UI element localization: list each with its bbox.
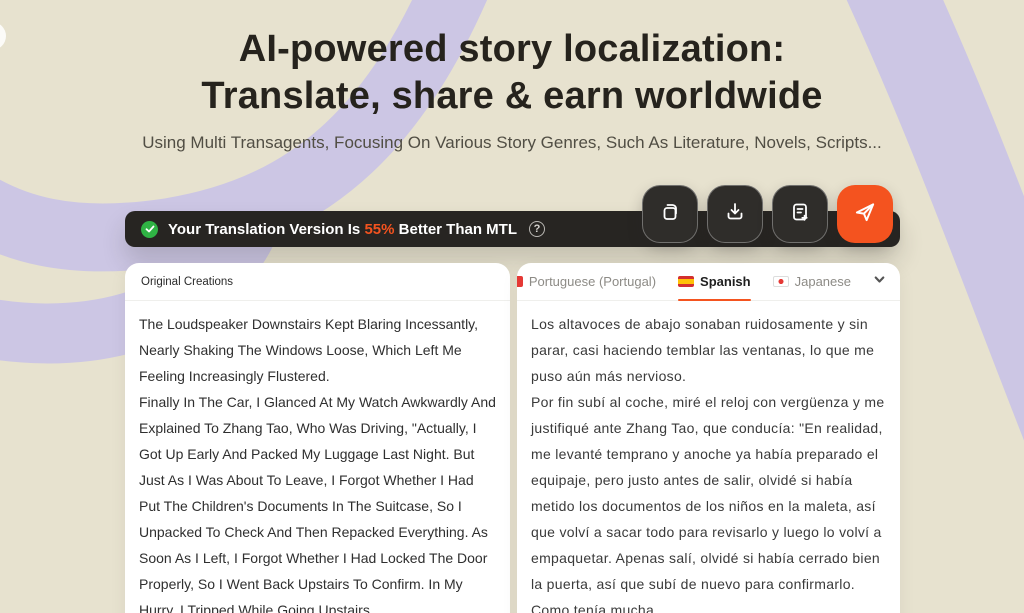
download-icon (723, 200, 747, 229)
page: AI-powered story localization: Translate… (0, 0, 1024, 613)
banner-message-prefix: Your Translation Version Is (168, 220, 365, 238)
original-paragraph: Finally In The Car, I Glanced At My Watc… (139, 394, 496, 613)
japan-flag-icon (772, 276, 789, 287)
original-paragraph: The Loudspeaker Downstairs Kept Blaring … (139, 316, 479, 384)
original-panel-title: Original Creations (141, 275, 234, 288)
tab-label: Spanish (700, 274, 751, 289)
banner-highlight-percent: 55% (364, 220, 395, 238)
original-panel-header: Original Creations (125, 263, 510, 301)
translation-paragraph: Los altavoces de abajo sonaban ruidosame… (531, 316, 875, 384)
original-text: The Loudspeaker Downstairs Kept Blaring … (125, 301, 510, 613)
page-title-line2: Translate, share & earn worldwide (201, 75, 823, 117)
translation-text: Los altavoces de abajo sonaban ruidosame… (517, 301, 900, 613)
tab-japanese[interactable]: Japanese (772, 263, 851, 300)
page-title: AI-powered story localization: Translate… (0, 26, 1024, 120)
check-circle-icon (141, 220, 158, 238)
page-subtitle: Using Multi Transagents, Focusing On Var… (142, 133, 882, 152)
language-dropdown-toggle[interactable] (873, 273, 886, 291)
translation-panel: Portuguese (Portugal) Spanish Japanese L… (517, 263, 900, 613)
add-document-button[interactable] (772, 185, 828, 243)
help-icon[interactable]: ? (528, 221, 545, 237)
tab-portuguese-portugal[interactable]: Portuguese (Portugal) (517, 263, 656, 300)
editor-panels: Original Creations The Loudspeaker Downs… (125, 263, 900, 613)
tab-spanish[interactable]: Spanish (678, 263, 751, 301)
spain-flag-icon (678, 276, 695, 287)
language-tabs: Portuguese (Portugal) Spanish Japanese (517, 263, 900, 301)
page-title-line1: AI-powered story localization: (238, 28, 786, 70)
banner-message: Your Translation Version Is 55% Better T… (168, 221, 517, 238)
translation-paragraph: Por fin subí al coche, miré el reloj con… (531, 394, 885, 613)
banner-message-suffix: Better Than MTL (394, 220, 517, 238)
copy-button[interactable] (642, 185, 698, 243)
toolbar (642, 185, 893, 243)
chevron-down-icon (873, 273, 886, 291)
download-button[interactable] (707, 185, 763, 243)
portugal-flag-icon (517, 276, 523, 287)
send-icon (852, 199, 878, 230)
copy-icon (658, 200, 682, 229)
hero-section: AI-powered story localization: Translate… (0, 26, 1024, 153)
original-panel: Original Creations The Loudspeaker Downs… (125, 263, 510, 613)
tab-label: Japanese (794, 274, 851, 289)
add-document-icon (788, 200, 812, 229)
send-button[interactable] (837, 185, 893, 243)
tab-label: Portuguese (Portugal) (528, 274, 657, 289)
